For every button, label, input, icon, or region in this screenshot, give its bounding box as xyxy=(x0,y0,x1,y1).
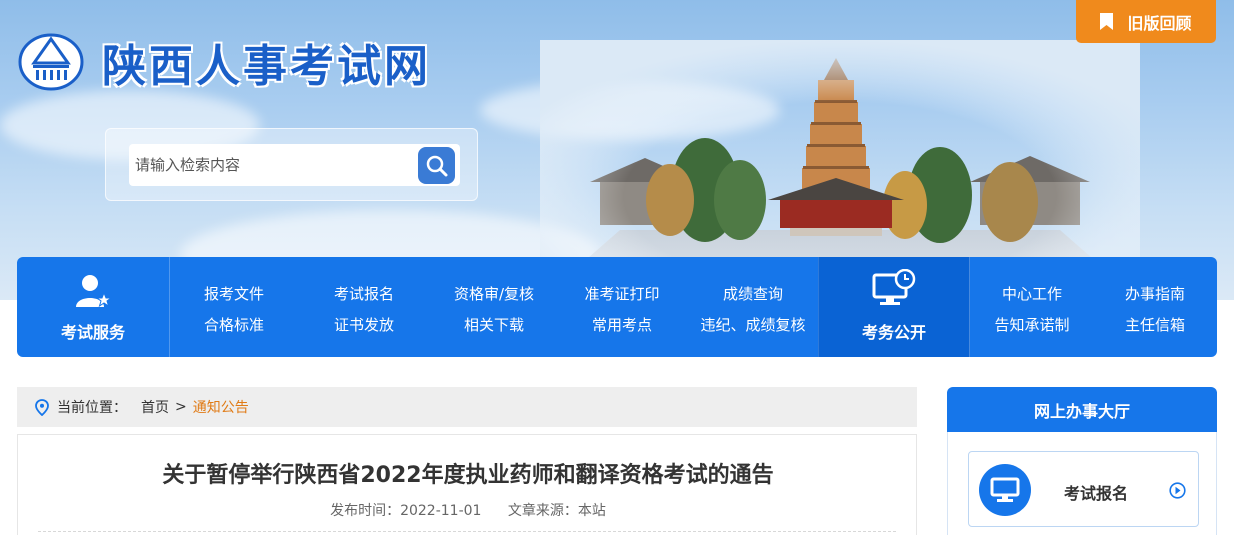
search-input[interactable] xyxy=(135,144,415,186)
nav-exam-service-label: 考试服务 xyxy=(60,323,125,342)
monitor-icon xyxy=(979,464,1031,516)
article-source: 文章来源：本站 xyxy=(507,503,606,519)
nav-link-score-query[interactable]: 成绩查询 xyxy=(723,283,783,304)
monitor-clock-icon xyxy=(872,269,916,305)
breadcrumb: 当前位置： 首页 > 通知公告 xyxy=(17,387,917,427)
hall-card-label: 考试报名 xyxy=(1064,484,1129,503)
nav-exam-service[interactable]: 考试服务 xyxy=(17,257,170,357)
old-version-button[interactable]: 旧版回顾 xyxy=(1076,0,1216,43)
online-service-hall-title: 网上办事大厅 xyxy=(947,387,1217,432)
breadcrumb-home-link[interactable]: 首页 xyxy=(141,397,169,417)
article-meta: 发布时间：2022-11-01 文章来源：本站 xyxy=(18,500,918,520)
old-version-label: 旧版回顾 xyxy=(1127,13,1192,33)
site-emblem-icon xyxy=(18,33,84,91)
breadcrumb-prefix: 当前位置： xyxy=(57,400,127,416)
nav-exam-affairs-label: 考务公开 xyxy=(861,323,926,342)
article-divider xyxy=(38,531,896,532)
article-title: 关于暂停举行陕西省2022年度执业药师和翻译资格考试的通告 xyxy=(162,463,774,488)
main-nav: 考试服务 报考文件 考试报名 资格审/复核 准考证打印 成绩查询 合格标准 证书… xyxy=(17,257,1217,357)
nav-link-qualification-review[interactable]: 资格审/复核 xyxy=(454,283,534,304)
nav-link-pass-standard[interactable]: 合格标准 xyxy=(204,314,264,335)
nav-link-downloads[interactable]: 相关下载 xyxy=(464,314,524,335)
bookmark-icon xyxy=(1100,13,1114,30)
nav-link-exam-sites[interactable]: 常用考点 xyxy=(592,314,652,335)
nav-link-center-work[interactable]: 中心工作 xyxy=(1002,283,1062,304)
header-banner: 陕西人事考试网 旧版回顾 xyxy=(0,0,1234,300)
nav-exam-affairs-public[interactable]: 考务公开 xyxy=(818,257,970,357)
nav-link-exam-registration[interactable]: 考试报名 xyxy=(334,283,394,304)
nav-link-exam-documents[interactable]: 报考文件 xyxy=(204,283,264,304)
nav-link-commitment-system[interactable]: 告知承诺制 xyxy=(994,314,1069,335)
breadcrumb-separator: > xyxy=(175,399,187,415)
user-star-icon xyxy=(76,275,113,308)
nav-link-violation-review[interactable]: 违纪、成绩复核 xyxy=(700,314,805,335)
article-publish-date: 发布时间：2022-11-01 xyxy=(330,503,482,519)
nav-link-certificate-issue[interactable]: 证书发放 xyxy=(334,314,394,335)
search-panel xyxy=(105,128,478,201)
nav-link-director-mailbox[interactable]: 主任信箱 xyxy=(1125,314,1185,335)
breadcrumb-current-link[interactable]: 通知公告 xyxy=(193,397,249,417)
search-icon xyxy=(426,155,447,176)
article-panel: 关于暂停举行陕西省2022年度执业药师和翻译资格考试的通告 发布时间：2022-… xyxy=(17,434,917,535)
site-title: 陕西人事考试网 xyxy=(102,41,431,92)
online-service-hall: 网上办事大厅 考试报名 xyxy=(947,387,1217,535)
search-button[interactable] xyxy=(418,147,455,184)
site-logo[interactable]: 陕西人事考试网 xyxy=(18,30,431,94)
search-box xyxy=(129,144,460,186)
hall-card-exam-registration[interactable]: 考试报名 xyxy=(968,451,1199,527)
circle-arrow-right-icon xyxy=(1169,482,1186,499)
location-pin-icon xyxy=(35,398,49,416)
nav-link-service-guide[interactable]: 办事指南 xyxy=(1125,283,1185,304)
nav-link-admission-ticket[interactable]: 准考证打印 xyxy=(584,283,659,304)
